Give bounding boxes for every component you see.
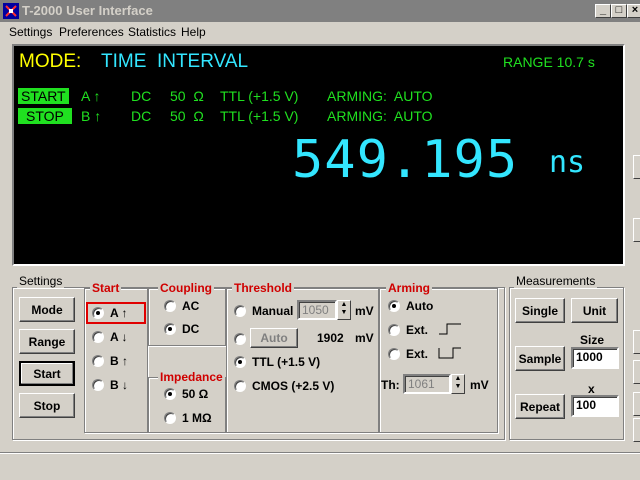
- threshold-auto-value: 1902: [317, 331, 344, 345]
- threshold-auto-radio[interactable]: [234, 333, 246, 345]
- arming-auto-radio[interactable]: [388, 300, 400, 312]
- size-input[interactable]: 1000: [571, 347, 619, 369]
- repeat-x-label: x: [588, 382, 595, 396]
- start-channel: A ↑: [81, 88, 101, 104]
- arming-th-input[interactable]: 1061: [403, 374, 451, 394]
- coupling-group-title: Coupling: [158, 281, 214, 295]
- mode-value: TIME INTERVAL: [101, 51, 249, 72]
- coupling-ac-label[interactable]: AC: [182, 299, 199, 313]
- start-b-rising-radio[interactable]: [92, 355, 104, 367]
- coupling-dc-radio[interactable]: [164, 323, 176, 335]
- start-b-rising-label[interactable]: B ↑: [110, 354, 128, 368]
- start-tag: START: [18, 88, 69, 104]
- arming-ext-falling-radio[interactable]: [388, 348, 400, 360]
- range-readout: RANGE 10.7 s: [503, 54, 595, 70]
- settings-title: Settings: [17, 274, 65, 288]
- mode-button[interactable]: Mode: [19, 297, 75, 322]
- start-threshold: TTL (+1.5 V): [220, 88, 299, 104]
- arming-th-spinner[interactable]: ▲ ▼: [451, 374, 465, 394]
- coupling-group: [148, 288, 226, 346]
- threshold-cmos-label[interactable]: CMOS (+2.5 V): [252, 379, 334, 393]
- falling-edge-icon: [438, 347, 461, 359]
- repeat-count-input[interactable]: 100: [571, 395, 619, 417]
- edge-control-3[interactable]: [633, 330, 640, 354]
- arming-ext-falling-label[interactable]: Ext.: [406, 347, 428, 361]
- range-button[interactable]: Range: [19, 329, 75, 354]
- start-arming: ARMING: AUTO: [327, 88, 433, 104]
- threshold-auto-unit: mV: [355, 331, 374, 345]
- start-a-falling-radio[interactable]: [92, 331, 104, 343]
- stop-impedance: 50 Ω: [170, 108, 204, 124]
- edge-control-5[interactable]: [633, 392, 640, 416]
- repeat-button[interactable]: Repeat: [515, 394, 565, 419]
- arming-ext-rising-label[interactable]: Ext.: [406, 323, 428, 337]
- stop-tag: STOP: [18, 108, 72, 124]
- edge-control-2[interactable]: [633, 218, 640, 242]
- start-a-rising-radio[interactable]: [92, 307, 104, 319]
- start-b-falling-label[interactable]: B ↓: [110, 378, 128, 392]
- sample-button[interactable]: Sample: [515, 346, 565, 371]
- menu-statistics[interactable]: Statistics: [128, 25, 176, 39]
- threshold-manual-input[interactable]: 1050: [297, 300, 337, 320]
- threshold-ttl-radio[interactable]: [234, 356, 246, 368]
- edge-control-4[interactable]: [633, 360, 640, 384]
- threshold-group-title: Threshold: [232, 281, 295, 295]
- threshold-manual-unit: mV: [355, 304, 374, 318]
- start-coupling: DC: [131, 88, 152, 104]
- start-b-falling-radio[interactable]: [92, 379, 104, 391]
- status-bar: [0, 452, 640, 480]
- measurement-unit: ns: [549, 145, 586, 180]
- stop-channel: B ↑: [81, 108, 102, 124]
- menu-preferences[interactable]: Preferences: [59, 25, 124, 39]
- arming-th-unit: mV: [470, 378, 489, 392]
- start-group-title: Start: [90, 281, 122, 295]
- measurement-value: 549.195: [292, 130, 519, 190]
- edge-control-1[interactable]: [633, 155, 640, 179]
- stop-threshold: TTL (+1.5 V): [220, 108, 299, 124]
- threshold-cmos-radio[interactable]: [234, 380, 246, 392]
- arming-auto-label[interactable]: Auto: [406, 299, 433, 313]
- coupling-ac-radio[interactable]: [164, 300, 176, 312]
- impedance-group-title: Impedance: [158, 370, 225, 384]
- coupling-dc-label[interactable]: DC: [182, 322, 199, 336]
- start-impedance: 50 Ω: [170, 88, 204, 104]
- size-label: Size: [580, 333, 605, 347]
- arming-th-label: Th:: [381, 378, 400, 392]
- threshold-auto-button[interactable]: Auto: [250, 328, 298, 348]
- impedance-1m-radio[interactable]: [164, 412, 176, 424]
- unit-button[interactable]: Unit: [571, 298, 618, 323]
- stop-arming: ARMING: AUTO: [327, 108, 433, 124]
- maximize-button[interactable]: □: [611, 4, 627, 18]
- impedance-50-label[interactable]: 50 Ω: [182, 387, 208, 401]
- single-button[interactable]: Single: [515, 298, 565, 323]
- stop-coupling: DC: [131, 108, 152, 124]
- close-button[interactable]: ×: [627, 4, 640, 18]
- edge-control-6[interactable]: [633, 418, 640, 442]
- arming-group-title: Arming: [386, 281, 432, 295]
- menu-help[interactable]: Help: [181, 25, 206, 39]
- menu-settings[interactable]: Settings: [9, 25, 52, 39]
- stop-button[interactable]: Stop: [19, 393, 75, 418]
- threshold-manual-label[interactable]: Manual: [252, 304, 293, 318]
- rising-edge-icon: [439, 323, 461, 335]
- start-button[interactable]: Start: [19, 361, 75, 386]
- threshold-manual-spinner[interactable]: ▲ ▼: [337, 300, 351, 320]
- start-a-rising-label[interactable]: A ↑: [110, 306, 128, 320]
- mode-label: MODE:: [19, 51, 82, 72]
- window-title: T-2000 User Interface: [22, 3, 153, 18]
- impedance-50-radio[interactable]: [164, 388, 176, 400]
- minimize-button[interactable]: _: [595, 4, 611, 18]
- threshold-ttl-label[interactable]: TTL (+1.5 V): [252, 355, 320, 369]
- app-icon: [3, 3, 19, 19]
- start-a-falling-label[interactable]: A ↓: [110, 330, 128, 344]
- threshold-manual-radio[interactable]: [234, 305, 246, 317]
- impedance-1m-label[interactable]: 1 MΩ: [182, 411, 212, 425]
- measurements-title: Measurements: [514, 274, 598, 288]
- arming-ext-rising-radio[interactable]: [388, 324, 400, 336]
